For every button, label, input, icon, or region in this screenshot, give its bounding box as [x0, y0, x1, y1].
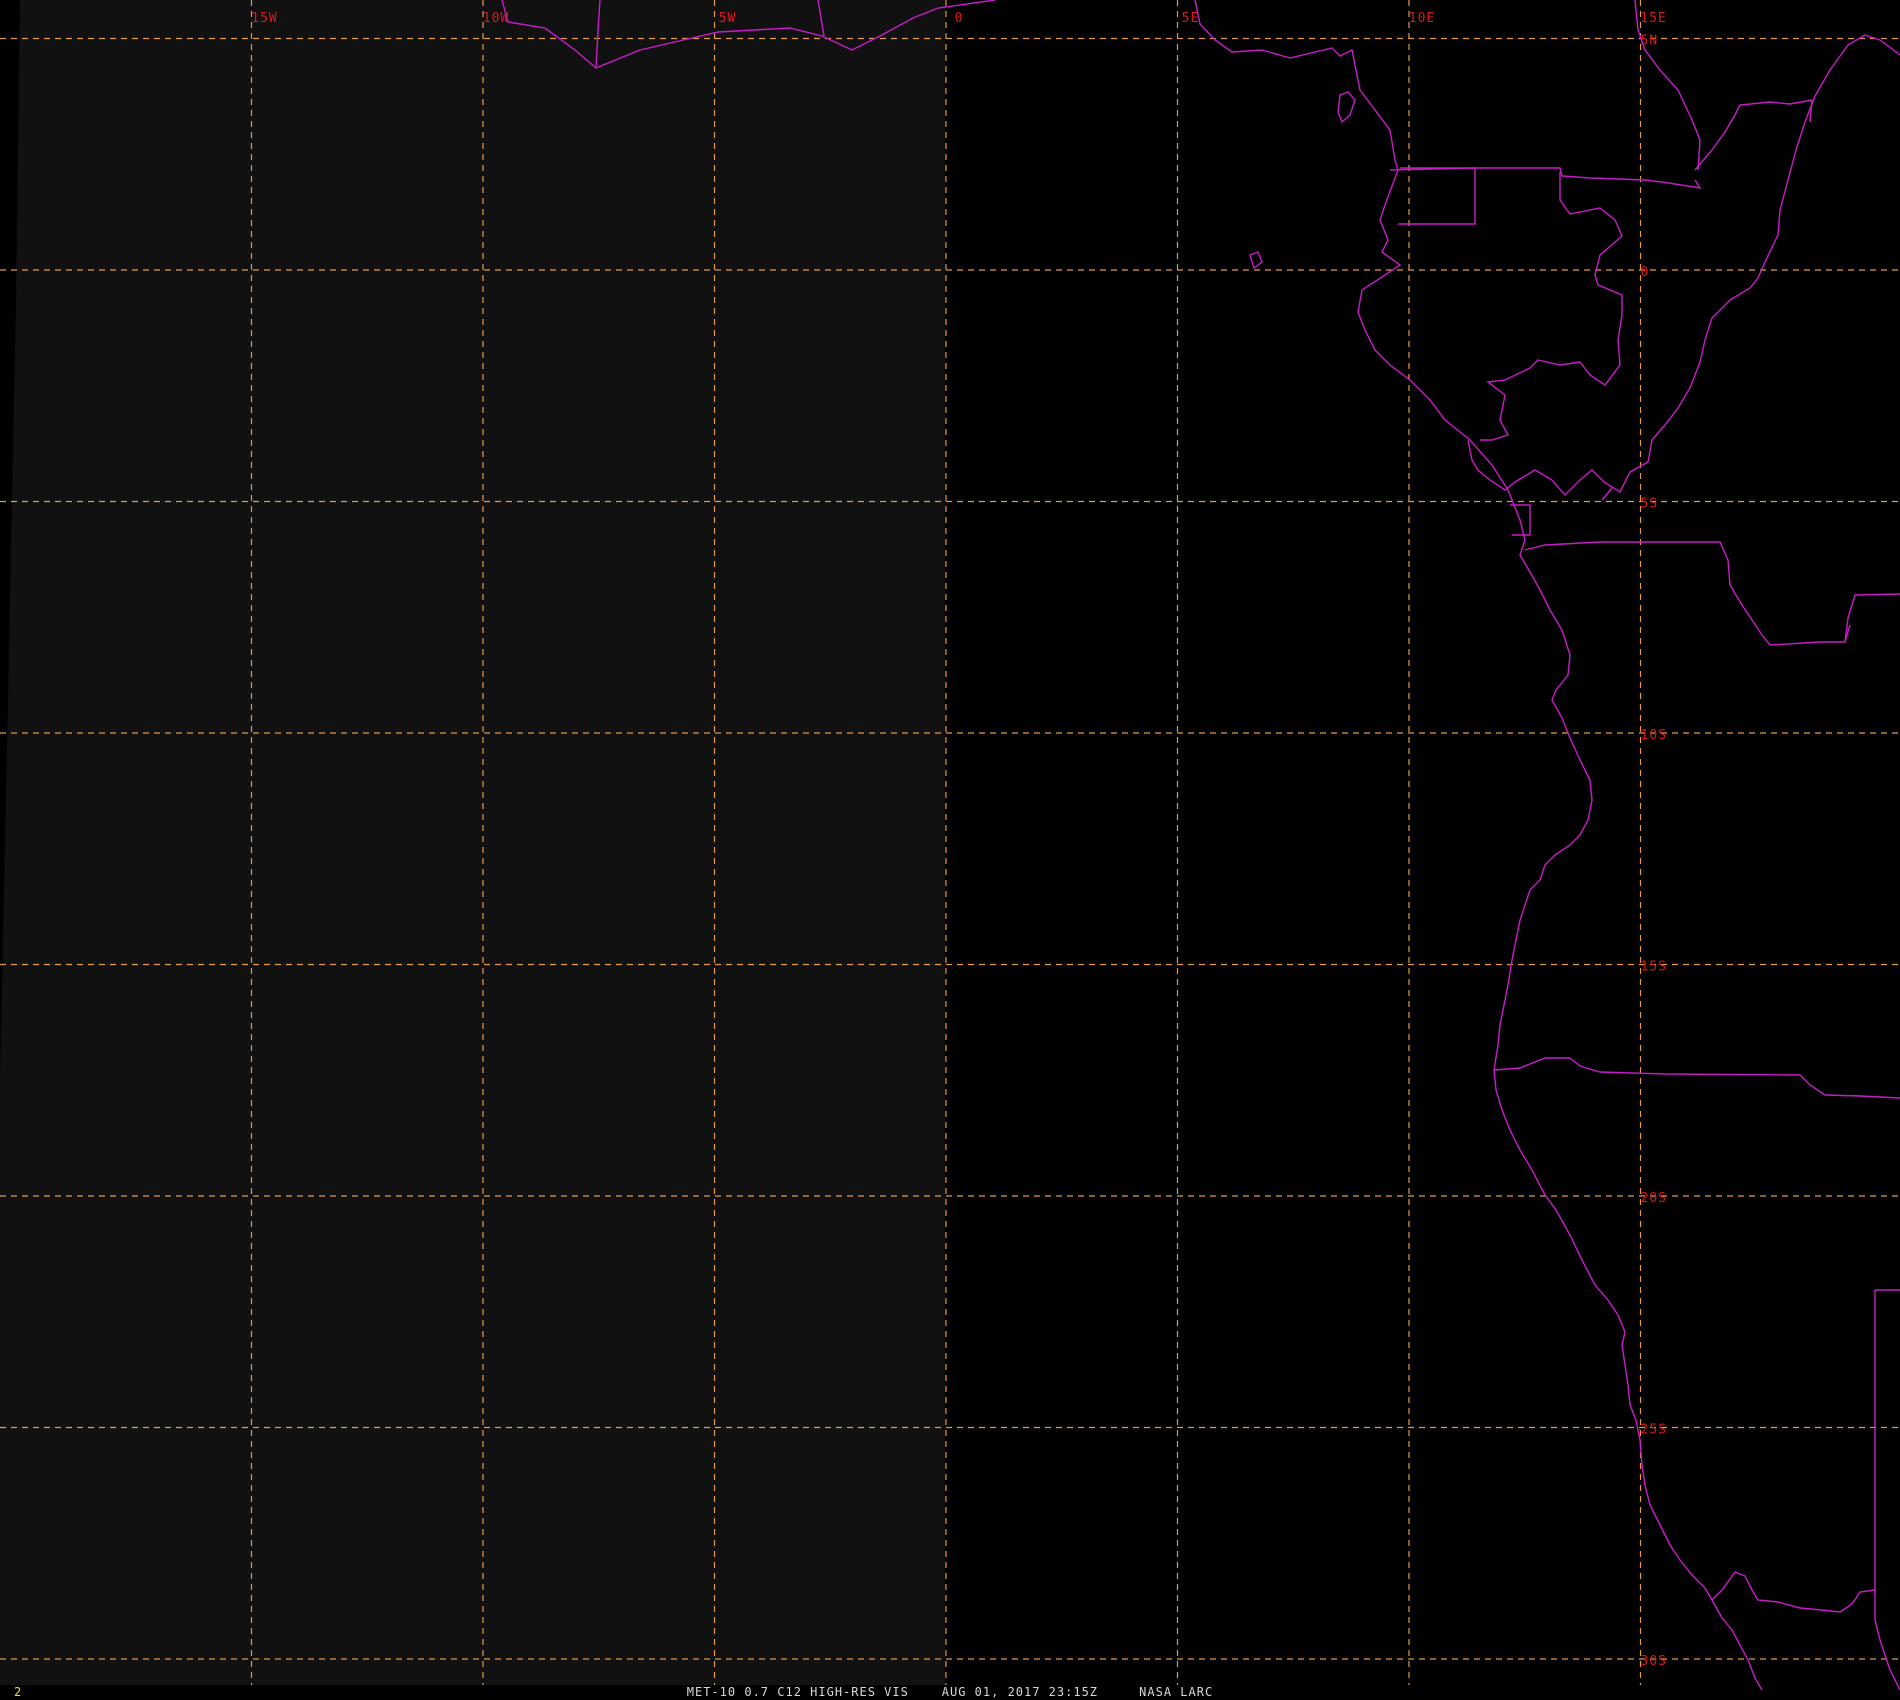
- longitude-label: 15E: [1640, 11, 1666, 26]
- data-source: NASA LARC: [1139, 1685, 1214, 1699]
- image-caption: MET-10 0.7 C12 HIGH-RES VIS AUG 01, 2017…: [0, 1685, 1900, 1699]
- latitude-label: 5S: [1641, 497, 1659, 512]
- latitude-label: 30S: [1641, 1654, 1667, 1669]
- latitude-label: 0: [1641, 265, 1650, 280]
- latitude-label: 15S: [1641, 960, 1667, 975]
- product-name: MET-10 0.7 C12 HIGH-RES VIS: [686, 1685, 909, 1699]
- status-bar: 2 MET-10 0.7 C12 HIGH-RES VIS AUG 01, 20…: [0, 1684, 1900, 1700]
- latitude-label: 20S: [1641, 1191, 1667, 1206]
- image-datetime: AUG 01, 2017 23:15Z: [941, 1685, 1099, 1699]
- satellite-map: 15W 10W 5W 0 5E 10E 15E5N05S10S15S20S25S30S: [0, 0, 1900, 1700]
- longitude-label: 0: [955, 11, 964, 26]
- longitude-label: 5E: [1182, 11, 1200, 26]
- longitude-label: 10E: [1409, 11, 1435, 26]
- longitude-label: 5W: [719, 11, 737, 26]
- latitude-label: 10S: [1641, 728, 1667, 743]
- latitude-label: 25S: [1641, 1423, 1667, 1438]
- dayside-shading: [0, 0, 945, 1685]
- longitude-label: 15W: [251, 11, 277, 26]
